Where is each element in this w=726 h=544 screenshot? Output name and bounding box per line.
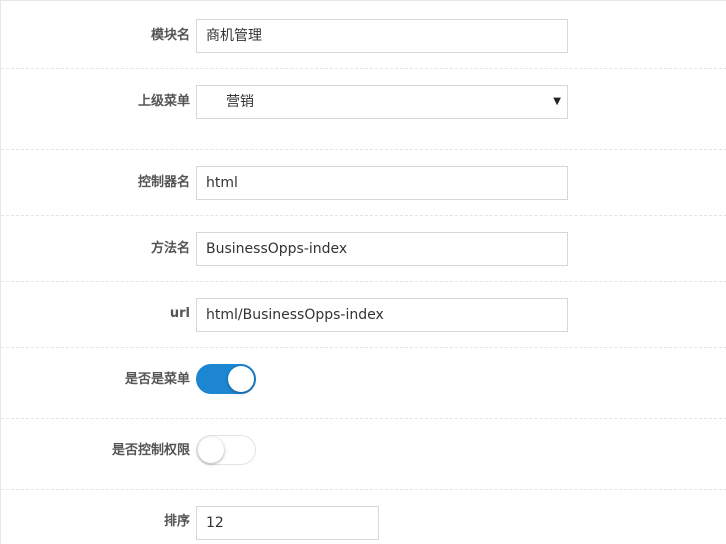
- permission-control-toggle[interactable]: [196, 435, 256, 465]
- permission-control-label: 是否控制权限: [111, 443, 190, 458]
- parent-menu-select[interactable]: 营销 ▼: [196, 85, 568, 119]
- parent-menu-selected-value: 营销: [226, 94, 254, 110]
- controller-name-value: html: [206, 175, 238, 191]
- menu-edit-form: 模块名 商机管理 上级菜单 营销 ▼ 控制器名 html 方法名 Busines…: [0, 0, 726, 544]
- row-divider: [1, 418, 726, 419]
- row-divider: [1, 489, 726, 490]
- chevron-down-icon: ▼: [553, 96, 561, 107]
- is-menu-label: 是否是菜单: [124, 372, 190, 387]
- sort-input[interactable]: 12: [196, 506, 379, 540]
- toggle-knob: [198, 437, 224, 463]
- is-menu-toggle[interactable]: [196, 364, 256, 394]
- method-name-label: 方法名: [150, 241, 190, 256]
- sort-value: 12: [206, 515, 224, 531]
- method-name-input[interactable]: BusinessOpps-index: [196, 232, 568, 266]
- parent-menu-label: 上级菜单: [137, 94, 190, 109]
- controller-name-input[interactable]: html: [196, 166, 568, 200]
- sort-label: 排序: [163, 514, 190, 529]
- module-name-label: 模块名: [150, 28, 190, 43]
- url-value: html/BusinessOpps-index: [206, 307, 384, 323]
- row-divider: [1, 347, 726, 348]
- toggle-knob: [228, 366, 254, 392]
- module-name-value: 商机管理: [206, 28, 262, 44]
- row-divider: [1, 215, 726, 216]
- row-divider: [1, 281, 726, 282]
- controller-name-label: 控制器名: [137, 175, 190, 190]
- row-divider: [1, 149, 726, 150]
- row-divider: [1, 68, 726, 69]
- url-label: url: [169, 306, 190, 321]
- module-name-input[interactable]: 商机管理: [196, 19, 568, 53]
- url-input[interactable]: html/BusinessOpps-index: [196, 298, 568, 332]
- method-name-value: BusinessOpps-index: [206, 241, 348, 257]
